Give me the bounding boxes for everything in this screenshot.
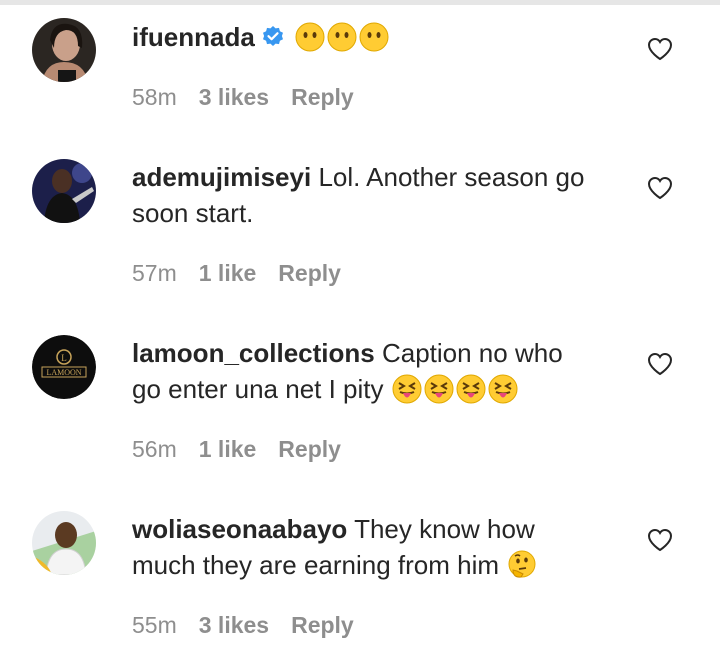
neutral-face-emoji-icon <box>327 22 357 52</box>
comment-time: 55m <box>132 612 177 638</box>
avatar[interactable] <box>32 511 96 575</box>
verified-badge-icon <box>262 26 283 46</box>
squinting-tongue-emoji-icon <box>392 374 422 404</box>
neutral-face-emoji-icon <box>359 22 389 52</box>
comment-username[interactable]: woliaseonaabayo <box>132 514 347 544</box>
squinting-tongue-emoji-icon <box>424 374 454 404</box>
avatar-logo-text: LAMOON <box>46 368 81 377</box>
reply-button[interactable]: Reply <box>291 612 354 638</box>
like-heart-icon[interactable] <box>647 528 673 552</box>
comment-text-line: soon start. <box>132 198 254 228</box>
squinting-tongue-emoji-icon <box>456 374 486 404</box>
like-heart-icon[interactable] <box>647 176 673 200</box>
comment-text-line: much they are earning from him <box>132 550 500 580</box>
squinting-tongue-emoji-icon <box>488 374 518 404</box>
comment-username[interactable]: ademujimiseyi <box>132 162 311 192</box>
comment-text: ademujimiseyi Lol. Another season go soo… <box>132 159 632 231</box>
avatar[interactable]: L LAMOON <box>32 335 96 399</box>
comment-meta: 57m 1 like Reply <box>132 260 363 287</box>
comment-meta: 58m 3 likes Reply <box>132 84 376 111</box>
like-heart-icon[interactable] <box>647 352 673 376</box>
comment-text-line: Caption no who <box>381 338 563 368</box>
comment-text-line: Lol. Another season go <box>318 162 585 192</box>
comment-likes[interactable]: 1 like <box>199 260 257 286</box>
comment-text-line: go enter una net I pity <box>132 374 384 404</box>
comment-text: ifuennada <box>132 19 632 55</box>
comment-time: 56m <box>132 436 177 462</box>
comment-meta: 56m 1 like Reply <box>132 436 363 463</box>
comment-meta: 55m 3 likes Reply <box>132 612 376 639</box>
avatar[interactable] <box>32 159 96 223</box>
comment-time: 57m <box>132 260 177 286</box>
thinking-face-emoji-icon <box>508 550 536 578</box>
comment-likes[interactable]: 3 likes <box>199 84 269 110</box>
svg-text:L: L <box>61 353 67 363</box>
comment-text: lamoon_collections Caption no who go ent… <box>132 335 632 407</box>
comment-likes[interactable]: 1 like <box>199 436 257 462</box>
like-heart-icon[interactable] <box>647 37 673 61</box>
avatar[interactable] <box>32 18 96 82</box>
comment-username[interactable]: ifuennada <box>132 22 255 52</box>
neutral-face-emoji-icon <box>295 22 325 52</box>
comment-time: 58m <box>132 84 177 110</box>
reply-button[interactable]: Reply <box>278 436 341 462</box>
top-divider <box>0 0 720 5</box>
reply-button[interactable]: Reply <box>278 260 341 286</box>
comment-text: woliaseonaabayo They know how much they … <box>132 511 632 583</box>
comment-text-line: They know how <box>354 514 535 544</box>
comment-username[interactable]: lamoon_collections <box>132 338 375 368</box>
reply-button[interactable]: Reply <box>291 84 354 110</box>
comment-likes[interactable]: 3 likes <box>199 612 269 638</box>
